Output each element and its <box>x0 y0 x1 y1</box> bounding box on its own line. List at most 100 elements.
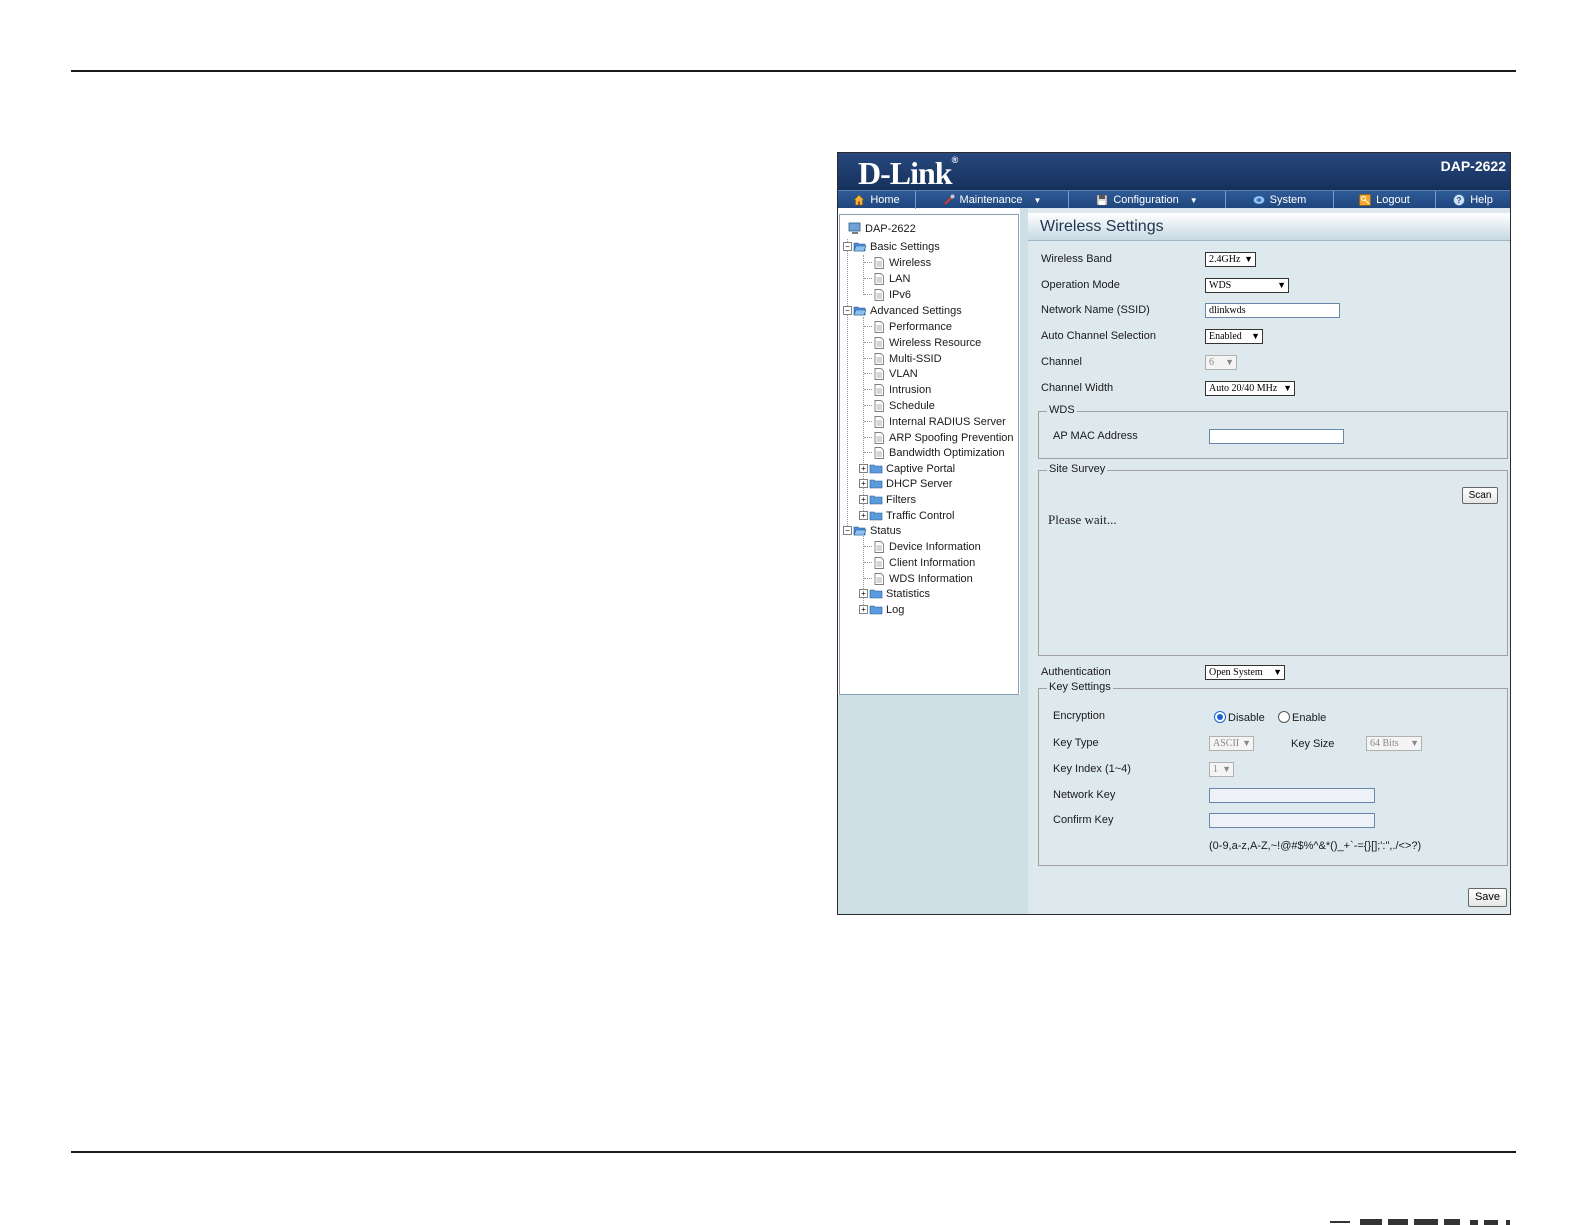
expand-icon[interactable]: + <box>859 495 868 504</box>
page-icon <box>874 336 884 349</box>
ssid-input[interactable]: dlinkwds <box>1205 303 1340 318</box>
page-icon <box>874 572 884 585</box>
disk-icon <box>1096 194 1108 206</box>
open-folder-icon <box>853 526 867 536</box>
tree-item-intrusion[interactable]: Intrusion <box>874 382 931 397</box>
tree-folder-log[interactable]: + Log <box>859 602 904 617</box>
tree-root-device[interactable]: DAP-2622 <box>848 221 916 236</box>
tree-folder-dhcp-server[interactable]: + DHCP Server <box>859 476 952 491</box>
encryption-enable-label[interactable]: Enable <box>1292 712 1326 724</box>
auto-channel-label: Auto Channel Selection <box>1041 330 1156 342</box>
tree-item-wireless[interactable]: Wireless <box>874 255 931 270</box>
channel-select[interactable]: 6 ▼ <box>1205 355 1237 370</box>
tree-item-performance[interactable]: Performance <box>874 319 952 334</box>
chevron-down-icon: ▼ <box>1251 331 1260 341</box>
operation-mode-select[interactable]: WDS ▼ <box>1205 278 1289 293</box>
auto-channel-select[interactable]: Enabled ▼ <box>1205 329 1263 344</box>
expand-icon[interactable]: + <box>859 464 868 473</box>
site-survey-legend: Site Survey <box>1047 463 1108 475</box>
tree-folder-statistics[interactable]: + Statistics <box>859 586 930 601</box>
tree-folder-basic-settings[interactable]: − Basic Settings <box>843 239 940 254</box>
authentication-select[interactable]: Open System ▼ <box>1205 665 1285 680</box>
wireless-band-select[interactable]: 2.4GHz ▼ <box>1205 252 1256 267</box>
tree-folder-traffic-control[interactable]: + Traffic Control <box>859 508 954 523</box>
key-character-hint: (0-9,a-z,A-Z,~!@#$%^&*()_+`-={}[];':",./… <box>1209 840 1422 852</box>
tree-item-multi-ssid[interactable]: Multi-SSID <box>874 351 942 366</box>
tree-item-wds-information[interactable]: WDS Information <box>874 571 973 586</box>
ap-mac-input[interactable] <box>1209 429 1344 444</box>
folder-icon <box>869 589 883 599</box>
collapse-icon[interactable]: − <box>843 242 852 251</box>
authentication-label: Authentication <box>1041 666 1111 678</box>
page-icon <box>874 272 884 285</box>
confirm-key-input[interactable] <box>1209 813 1375 828</box>
ap-mac-label: AP MAC Address <box>1053 430 1138 442</box>
key-settings-legend: Key Settings <box>1047 681 1113 693</box>
tree-folder-filters[interactable]: + Filters <box>859 492 916 507</box>
network-key-input[interactable] <box>1209 788 1375 803</box>
site-survey-fieldset: Site Survey Scan Please wait... <box>1038 463 1508 656</box>
chevron-down-icon: ▼ <box>1283 383 1292 393</box>
nav-configuration[interactable]: Configuration ▼ <box>1069 191 1226 209</box>
folder-icon <box>869 495 883 505</box>
help-icon: ? <box>1453 194 1465 206</box>
tree-item-lan[interactable]: LAN <box>874 271 910 286</box>
tree-item-bandwidth-optimization[interactable]: Bandwidth Optimization <box>874 445 1005 460</box>
sidebar-footer-area <box>838 695 1028 914</box>
computer-icon <box>848 222 861 234</box>
tree-item-schedule[interactable]: Schedule <box>874 398 935 413</box>
key-type-select[interactable]: ASCII ▼ <box>1209 736 1254 751</box>
nav-help[interactable]: ? Help <box>1436 191 1510 209</box>
page-icon <box>874 540 884 553</box>
folder-icon <box>869 511 883 521</box>
key-index-select[interactable]: 1 ▼ <box>1209 762 1234 777</box>
home-icon <box>853 194 866 206</box>
expand-icon[interactable]: + <box>859 511 868 520</box>
scan-button[interactable]: Scan <box>1462 487 1498 504</box>
expand-icon[interactable]: + <box>859 605 868 614</box>
nav-system[interactable]: System <box>1226 191 1334 209</box>
page-icon <box>874 446 884 459</box>
tree-folder-status[interactable]: − Status <box>843 523 901 538</box>
collapse-icon[interactable]: − <box>843 306 852 315</box>
tree-item-arp-spoofing-prevention[interactable]: ARP Spoofing Prevention <box>874 430 1014 445</box>
collapse-icon[interactable]: − <box>843 526 852 535</box>
tree-item-device-information[interactable]: Device Information <box>874 539 981 554</box>
nav-home[interactable]: Home <box>838 191 916 209</box>
page-icon <box>874 352 884 365</box>
network-key-label: Network Key <box>1053 789 1116 801</box>
encryption-disable-radio[interactable] <box>1214 711 1226 723</box>
encryption-disable-label[interactable]: Disable <box>1228 712 1265 724</box>
key-type-label: Key Type <box>1053 737 1099 749</box>
chevron-down-icon: ▼ <box>1189 195 1198 205</box>
tree-folder-captive-portal[interactable]: + Captive Portal <box>859 461 955 476</box>
open-folder-icon <box>853 242 867 252</box>
save-button[interactable]: Save <box>1468 888 1507 907</box>
site-survey-status: Please wait... <box>1048 512 1117 527</box>
encryption-enable-radio[interactable] <box>1278 711 1290 723</box>
encryption-label: Encryption <box>1053 710 1105 722</box>
dlink-logo: D-Link® <box>858 155 959 191</box>
page-icon <box>874 399 884 412</box>
channel-width-select[interactable]: Auto 20/40 MHz ▼ <box>1205 381 1295 396</box>
tree-folder-advanced-settings[interactable]: − Advanced Settings <box>843 303 962 318</box>
nav-maintenance[interactable]: Maintenance ▼ <box>916 191 1069 209</box>
key-icon <box>1359 194 1371 206</box>
footer-text-fragment <box>1330 1219 1510 1225</box>
page-icon <box>874 256 884 269</box>
tree-item-wireless-resource[interactable]: Wireless Resource <box>874 335 981 350</box>
key-size-label: Key Size <box>1291 738 1335 750</box>
header-banner: D-Link® DAP-2622 <box>838 153 1510 191</box>
tree-item-ipv6[interactable]: IPv6 <box>874 287 911 302</box>
expand-icon[interactable]: + <box>859 479 868 488</box>
svg-text:?: ? <box>1457 196 1462 205</box>
tree-item-vlan[interactable]: VLAN <box>874 366 918 381</box>
tree-item-internal-radius-server[interactable]: Internal RADIUS Server <box>874 414 1006 429</box>
key-size-select[interactable]: 64 Bits ▼ <box>1366 736 1422 751</box>
tree-item-client-information[interactable]: Client Information <box>874 555 975 570</box>
nav-logout[interactable]: Logout <box>1334 191 1436 209</box>
chevron-down-icon: ▼ <box>1273 667 1282 677</box>
page-title: Wireless Settings <box>1028 213 1510 241</box>
expand-icon[interactable]: + <box>859 589 868 598</box>
top-nav-bar: Home Maintenance ▼ Configuration ▼ System … <box>838 190 1510 209</box>
